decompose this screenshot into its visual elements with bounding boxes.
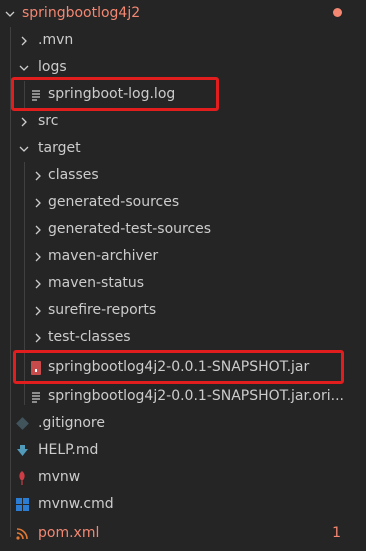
tree-item-src-folder[interactable]: src bbox=[0, 108, 366, 135]
tree-item-label: test-classes bbox=[48, 329, 131, 345]
tree-item-label: maven-status bbox=[48, 275, 145, 291]
tree-item-generated-sources-folder[interactable]: generated-sources bbox=[0, 189, 366, 216]
tree-item-label: target bbox=[38, 140, 81, 156]
chevron-right-icon bbox=[30, 243, 46, 270]
tree-item-label: mvnw.cmd bbox=[38, 496, 114, 512]
chevron-right-icon bbox=[30, 324, 46, 351]
scrollbar[interactable] bbox=[360, 0, 366, 551]
problem-count-badge: 1 bbox=[332, 525, 341, 541]
git-modified-dot bbox=[333, 8, 342, 17]
git-icon bbox=[14, 410, 30, 437]
tree-item-label: HELP.md bbox=[38, 442, 99, 458]
text-file-icon bbox=[28, 383, 44, 410]
highlight-box-log-file bbox=[11, 77, 219, 111]
windows-icon bbox=[14, 491, 30, 518]
tree-item-target-folder[interactable]: target bbox=[0, 135, 366, 162]
tree-item-mvn-folder[interactable]: .mvn bbox=[0, 27, 366, 54]
tree-item-snapshot-jar-original-file[interactable]: springbootlog4j2-0.0.1-SNAPSHOT.jar.ori.… bbox=[0, 383, 366, 410]
tree-item-generated-test-sources-folder[interactable]: generated-test-sources bbox=[0, 216, 366, 243]
tree-item-mvnw-file[interactable]: mvnw bbox=[0, 464, 366, 491]
explorer-root-folder[interactable]: springbootlog4j2 bbox=[0, 0, 366, 27]
chevron-right-icon bbox=[30, 297, 46, 324]
tree-item-label: mvnw bbox=[38, 469, 81, 485]
highlight-box-jar-file bbox=[13, 350, 344, 384]
markdown-icon bbox=[14, 437, 30, 464]
tree-item-label: pom.xml bbox=[38, 525, 100, 541]
tree-item-gitignore-file[interactable]: .gitignore bbox=[0, 410, 366, 437]
tree-item-label: maven-archiver bbox=[48, 248, 159, 264]
chevron-right-icon bbox=[30, 189, 46, 216]
tree-item-label: generated-test-sources bbox=[48, 221, 212, 237]
tree-item-maven-archiver-folder[interactable]: maven-archiver bbox=[0, 243, 366, 270]
tree-item-surefire-reports-folder[interactable]: surefire-reports bbox=[0, 297, 366, 324]
chevron-right-icon bbox=[30, 162, 46, 189]
chevron-right-icon bbox=[30, 216, 46, 243]
tree-item-label: src bbox=[38, 113, 59, 129]
tree-item-help-md-file[interactable]: HELP.md bbox=[0, 437, 366, 464]
tree-item-label: surefire-reports bbox=[48, 302, 157, 318]
chevron-down-icon bbox=[2, 0, 18, 27]
tree-item-label: springbootlog4j2-0.0.1-SNAPSHOT.jar.ori.… bbox=[48, 388, 344, 404]
tree-item-pom-xml-file[interactable]: pom.xml 1 bbox=[0, 520, 366, 547]
chevron-right-icon bbox=[30, 270, 46, 297]
file-explorer: springbootlog4j2 .mvn logs springboot-lo… bbox=[0, 0, 366, 551]
tree-item-label: .gitignore bbox=[38, 415, 105, 431]
tree-item-label: generated-sources bbox=[48, 194, 180, 210]
feather-icon bbox=[14, 464, 30, 491]
chevron-right-icon bbox=[16, 27, 32, 54]
tree-item-maven-status-folder[interactable]: maven-status bbox=[0, 270, 366, 297]
tree-item-label: .mvn bbox=[38, 32, 74, 48]
chevron-right-icon bbox=[16, 108, 32, 135]
tree-item-classes-folder[interactable]: classes bbox=[0, 162, 366, 189]
rss-icon bbox=[14, 520, 30, 547]
root-folder-label: springbootlog4j2 bbox=[22, 5, 141, 21]
tree-item-test-classes-folder[interactable]: test-classes bbox=[0, 324, 366, 351]
tree-item-mvnw-cmd-file[interactable]: mvnw.cmd bbox=[0, 491, 366, 518]
tree-item-label: classes bbox=[48, 167, 99, 183]
chevron-down-icon bbox=[16, 135, 32, 162]
